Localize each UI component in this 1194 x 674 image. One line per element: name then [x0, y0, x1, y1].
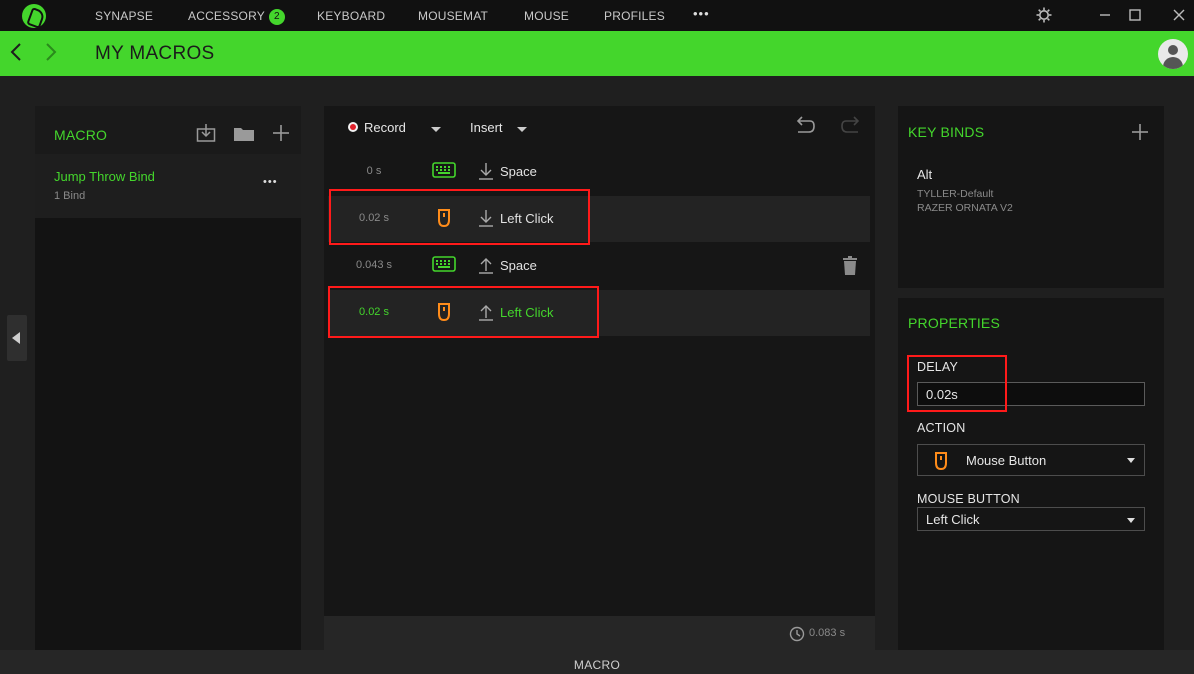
chevron-down-icon: [1127, 458, 1135, 463]
nav-mousemat[interactable]: MOUSEMAT: [418, 9, 488, 23]
nav-synapse[interactable]: SYNAPSE: [95, 9, 153, 23]
keybind-profile: TYLLER-Default: [917, 188, 994, 200]
add-keybind-icon[interactable]: [1131, 123, 1149, 141]
record-dot-icon: [348, 122, 358, 132]
insert-button[interactable]: Insert: [470, 120, 503, 135]
macro-list-item[interactable]: Jump Throw Bind 1 Bind •••: [35, 154, 301, 218]
delete-row-icon[interactable]: [842, 256, 858, 276]
highlight-box: [907, 355, 1007, 412]
action-value: Mouse Button: [966, 453, 1047, 468]
bottom-bar: MACRO: [0, 650, 1194, 674]
chevron-down-icon: [1127, 518, 1135, 523]
maximize-icon[interactable]: [1126, 6, 1144, 24]
keybind-key[interactable]: Alt: [917, 167, 932, 182]
top-nav: SYNAPSE ACCESSORY 2 KEYBOARD MOUSEMAT MOU…: [0, 0, 1194, 31]
macro-panel-title: MACRO: [54, 127, 108, 143]
forward-arrow-icon[interactable]: [44, 40, 58, 64]
back-arrow-icon[interactable]: [9, 40, 23, 64]
import-icon[interactable]: [196, 123, 216, 143]
highlight-box: [328, 286, 599, 338]
keyboard-icon: [432, 255, 456, 273]
mouse-button-label: MOUSE BUTTON: [917, 492, 1020, 506]
record-button[interactable]: Record: [364, 120, 406, 135]
add-macro-icon[interactable]: [272, 124, 290, 142]
macro-item-name: Jump Throw Bind: [54, 169, 155, 184]
sequence-row-delay: 0.043 s: [355, 259, 393, 271]
close-icon[interactable]: [1170, 6, 1188, 24]
action-select[interactable]: Mouse Button: [917, 444, 1145, 476]
accessory-count-badge: 2: [268, 9, 285, 25]
undo-icon[interactable]: [792, 115, 816, 137]
nav-mouse[interactable]: MOUSE: [524, 9, 569, 23]
nav-accessory-label: ACCESSORY: [188, 9, 265, 23]
collapse-sidebar-icon[interactable]: [7, 315, 27, 361]
properties-panel: PROPERTIES DELAY 0.02s ACTION Mouse Butt…: [898, 298, 1164, 650]
mouse-icon: [933, 450, 949, 472]
macro-item-more-icon[interactable]: •••: [263, 176, 278, 188]
keybind-device: RAZER ORNATA V2: [917, 202, 1013, 214]
folder-icon[interactable]: [233, 125, 255, 142]
record-dropdown-icon[interactable]: [431, 127, 441, 132]
avatar[interactable]: [1158, 39, 1188, 69]
properties-title: PROPERTIES: [908, 315, 1000, 331]
sequence-row-label: Space: [500, 258, 537, 273]
key-down-icon: [478, 161, 494, 181]
macro-item-bind-count: 1 Bind: [54, 190, 86, 202]
insert-dropdown-icon[interactable]: [517, 127, 527, 132]
mouse-button-select[interactable]: Left Click: [917, 507, 1145, 531]
nav-accessory[interactable]: ACCESSORY 2: [188, 9, 285, 25]
keyboard-icon: [432, 161, 456, 179]
minimize-icon[interactable]: [1096, 6, 1114, 24]
bottom-bar-label[interactable]: MACRO: [574, 658, 620, 672]
total-duration: 0.083 s: [809, 627, 846, 639]
sequence-row[interactable]: 0.043 s Space: [328, 243, 870, 289]
clock-icon: [789, 626, 805, 642]
nav-profiles[interactable]: PROFILES: [604, 9, 665, 23]
macro-panel: MACRO Jump Throw Bind 1 Bind •••: [35, 106, 301, 650]
macro-panel-header: MACRO: [35, 106, 301, 154]
page-header: MY MACROS: [0, 31, 1194, 76]
settings-icon[interactable]: [1035, 6, 1053, 24]
macro-sequence-panel: Record Insert 0 s Space 0.02 s Left Clic…: [324, 106, 875, 616]
nav-more-icon[interactable]: •••: [693, 6, 710, 21]
mouse-button-value: Left Click: [926, 512, 980, 527]
razer-logo-icon[interactable]: [22, 4, 46, 28]
sequence-footer: 0.083 s: [324, 616, 875, 650]
action-label: ACTION: [917, 421, 966, 435]
sequence-row-delay: 0 s: [366, 165, 382, 177]
sequence-row-label: Space: [500, 164, 537, 179]
macro-list-empty-area: [35, 218, 301, 650]
redo-icon[interactable]: [840, 115, 864, 137]
key-up-icon: [478, 255, 494, 275]
keybinds-panel: KEY BINDS Alt TYLLER-Default RAZER ORNAT…: [898, 106, 1164, 288]
page-title: MY MACROS: [95, 43, 215, 64]
keybinds-title: KEY BINDS: [908, 124, 985, 140]
nav-keyboard[interactable]: KEYBOARD: [317, 9, 385, 23]
highlight-box: [329, 189, 590, 245]
